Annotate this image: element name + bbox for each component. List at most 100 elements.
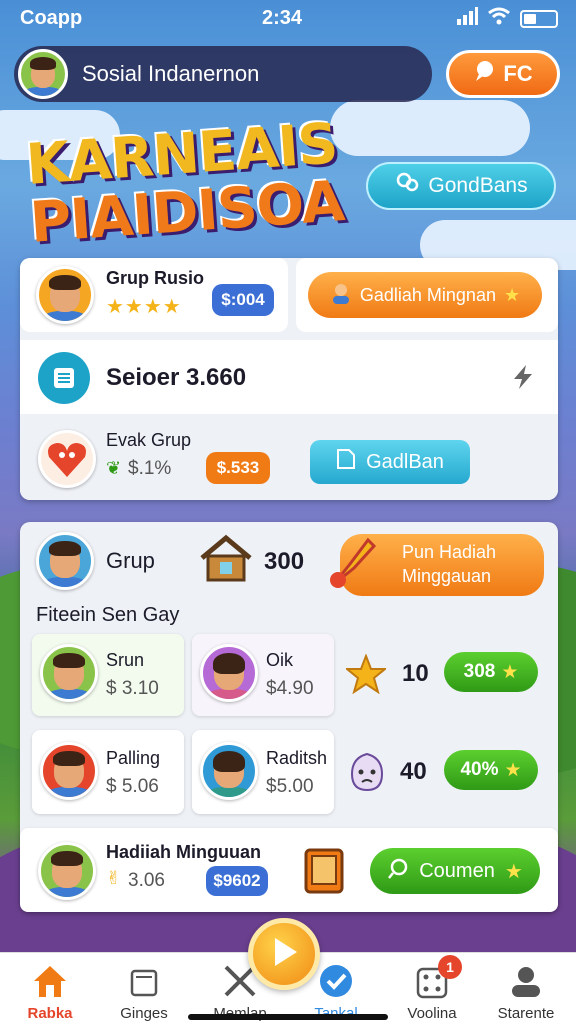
profile-bar[interactable]: Sosial Indanernon — [14, 46, 432, 102]
check-icon — [318, 963, 354, 999]
gondbans-label: GondBans — [428, 174, 528, 197]
member-card-palling[interactable]: Palling $ 5.06 — [32, 730, 184, 814]
profile-title: Sosial Indanernon — [82, 61, 260, 86]
group-count: 300 — [264, 548, 305, 575]
evak-group-row: Evak Grup ❦ $.1% $.533 GadlBan — [20, 418, 558, 500]
star-icon: ★ — [503, 284, 521, 305]
member-name: Oik — [266, 650, 293, 670]
reward-pct: 308 — [463, 661, 496, 682]
fc-label: FC — [503, 61, 533, 86]
weekly-reward-row[interactable]: Hadiiah Minguuan ✌ 3.06 $9602 Coumen ★ — [20, 828, 558, 912]
avatar — [36, 266, 94, 324]
notification-badge: 1 — [438, 955, 462, 979]
clock: 2:34 — [262, 7, 303, 29]
wifi-icon — [488, 7, 510, 31]
nav-label: Rabka — [27, 1005, 73, 1022]
claim-reward-line-1: Pun Hadiah — [402, 542, 497, 562]
rocket-icon — [324, 534, 378, 597]
group-panel: Grup 300 Pun Hadiah Minggauan Fiteein Se… — [20, 522, 558, 912]
document-icon — [336, 448, 356, 476]
weekly-reward-button[interactable]: Gadliah Mingnan ★ — [308, 272, 542, 318]
chat-icon — [473, 60, 495, 88]
star-icon: ★ — [501, 661, 519, 683]
star-icon: ★ — [504, 860, 523, 883]
group-icon — [394, 171, 420, 201]
weekly-reward-name: Hadiiah Minguuan — [106, 842, 261, 862]
fc-button[interactable]: FC — [446, 50, 560, 98]
nav-label: Starente — [497, 1005, 555, 1022]
member-name: Raditsh — [266, 748, 328, 768]
person-icon — [330, 282, 352, 309]
member-name: Srun — [106, 650, 145, 670]
rating-stars: ★★★★ — [106, 296, 182, 318]
signal-icon — [456, 7, 478, 31]
bell-icon — [387, 857, 409, 885]
member-price: $4.90 — [266, 678, 314, 699]
avatar — [36, 532, 94, 590]
avatar — [40, 644, 98, 702]
avatar — [200, 644, 258, 702]
house-icon — [198, 534, 254, 589]
nav-item-voolina[interactable]: 1 Voolina — [384, 955, 480, 1022]
battery-icon — [520, 10, 558, 28]
ghost-icon — [348, 752, 386, 797]
heart-avatar — [38, 430, 96, 488]
group-badge: $:004 — [212, 284, 274, 316]
score-label: Seioer 3.660 — [106, 364, 247, 391]
nav-item-rabka[interactable]: Rabka — [2, 963, 98, 1022]
bolt-icon[interactable] — [510, 364, 536, 395]
reward-card: Gadliah Mingnan ★ — [296, 258, 558, 332]
home-indicator — [188, 1014, 388, 1020]
claim-reward-button[interactable]: Pun Hadiah Minggauan — [330, 534, 544, 596]
star-icon — [344, 653, 388, 699]
reward-count: 40 — [400, 758, 427, 785]
hand-icon: ✌ — [106, 868, 122, 888]
member-price: $5.00 — [266, 776, 314, 797]
scroll-icon — [300, 846, 348, 901]
play-button[interactable] — [248, 918, 320, 990]
home-icon — [32, 963, 68, 999]
member-card-raditsh[interactable]: Raditsh $5.00 — [192, 730, 334, 814]
cart-icon — [126, 963, 162, 999]
reward-button[interactable]: 308 ★ — [444, 652, 538, 692]
gadlban-button[interactable]: GadlBan — [310, 440, 470, 484]
nav-label: Voolina — [407, 1005, 457, 1022]
cloud — [330, 100, 530, 156]
dice-icon: 1 — [414, 955, 462, 999]
carrier-label: Coapp — [20, 7, 83, 29]
member-price: $ 5.06 — [106, 776, 159, 797]
avatar — [200, 742, 258, 800]
star-icon: ★ — [504, 759, 522, 781]
gondbans-button[interactable]: GondBans — [366, 162, 556, 210]
status-bar: Coapp 2:34 — [0, 0, 576, 36]
weekly-reward-label: Gadliah Mingnan — [359, 284, 496, 305]
avatar[interactable] — [18, 49, 68, 99]
group-name: Grup Rusio — [106, 268, 204, 288]
avatar — [38, 842, 96, 900]
evak-percent: $.1% — [128, 458, 172, 479]
member-card-srun[interactable]: Srun $ 3.10 — [32, 634, 184, 716]
avatar — [40, 742, 98, 800]
reward-count: 10 — [402, 660, 429, 687]
nav-item-starente[interactable]: Starente — [478, 963, 574, 1022]
evak-badge: $.533 — [206, 452, 270, 484]
coumen-button[interactable]: Coumen ★ — [370, 848, 540, 894]
status-icons — [456, 7, 558, 31]
gadlban-label: GadlBan — [366, 450, 444, 473]
nav-item-ginges[interactable]: Ginges — [96, 963, 192, 1022]
section-title: Fiteein Sen Gay — [36, 604, 180, 626]
score-row: Seioer 3.660 — [20, 340, 558, 414]
reward-pct: 40% — [460, 759, 499, 780]
group-card[interactable]: Grup Rusio ★★★★ $:004 — [20, 258, 288, 332]
group-label: Grup — [106, 548, 155, 573]
list-icon — [38, 352, 90, 404]
profile-icon — [508, 963, 544, 999]
reward-button[interactable]: 40% ★ — [444, 750, 538, 790]
top-group-panel: Grup Rusio ★★★★ $:004 Gadliah Mingnan ★ … — [20, 258, 558, 500]
leaf-icon: ❦ — [106, 458, 122, 478]
play-icon — [269, 936, 299, 973]
member-card-oik[interactable]: Oik $4.90 — [192, 634, 334, 716]
weekly-reward-price: 3.06 — [128, 870, 165, 891]
nav-label: Ginges — [120, 1005, 168, 1022]
weekly-reward-badge: $9602 — [206, 866, 268, 896]
